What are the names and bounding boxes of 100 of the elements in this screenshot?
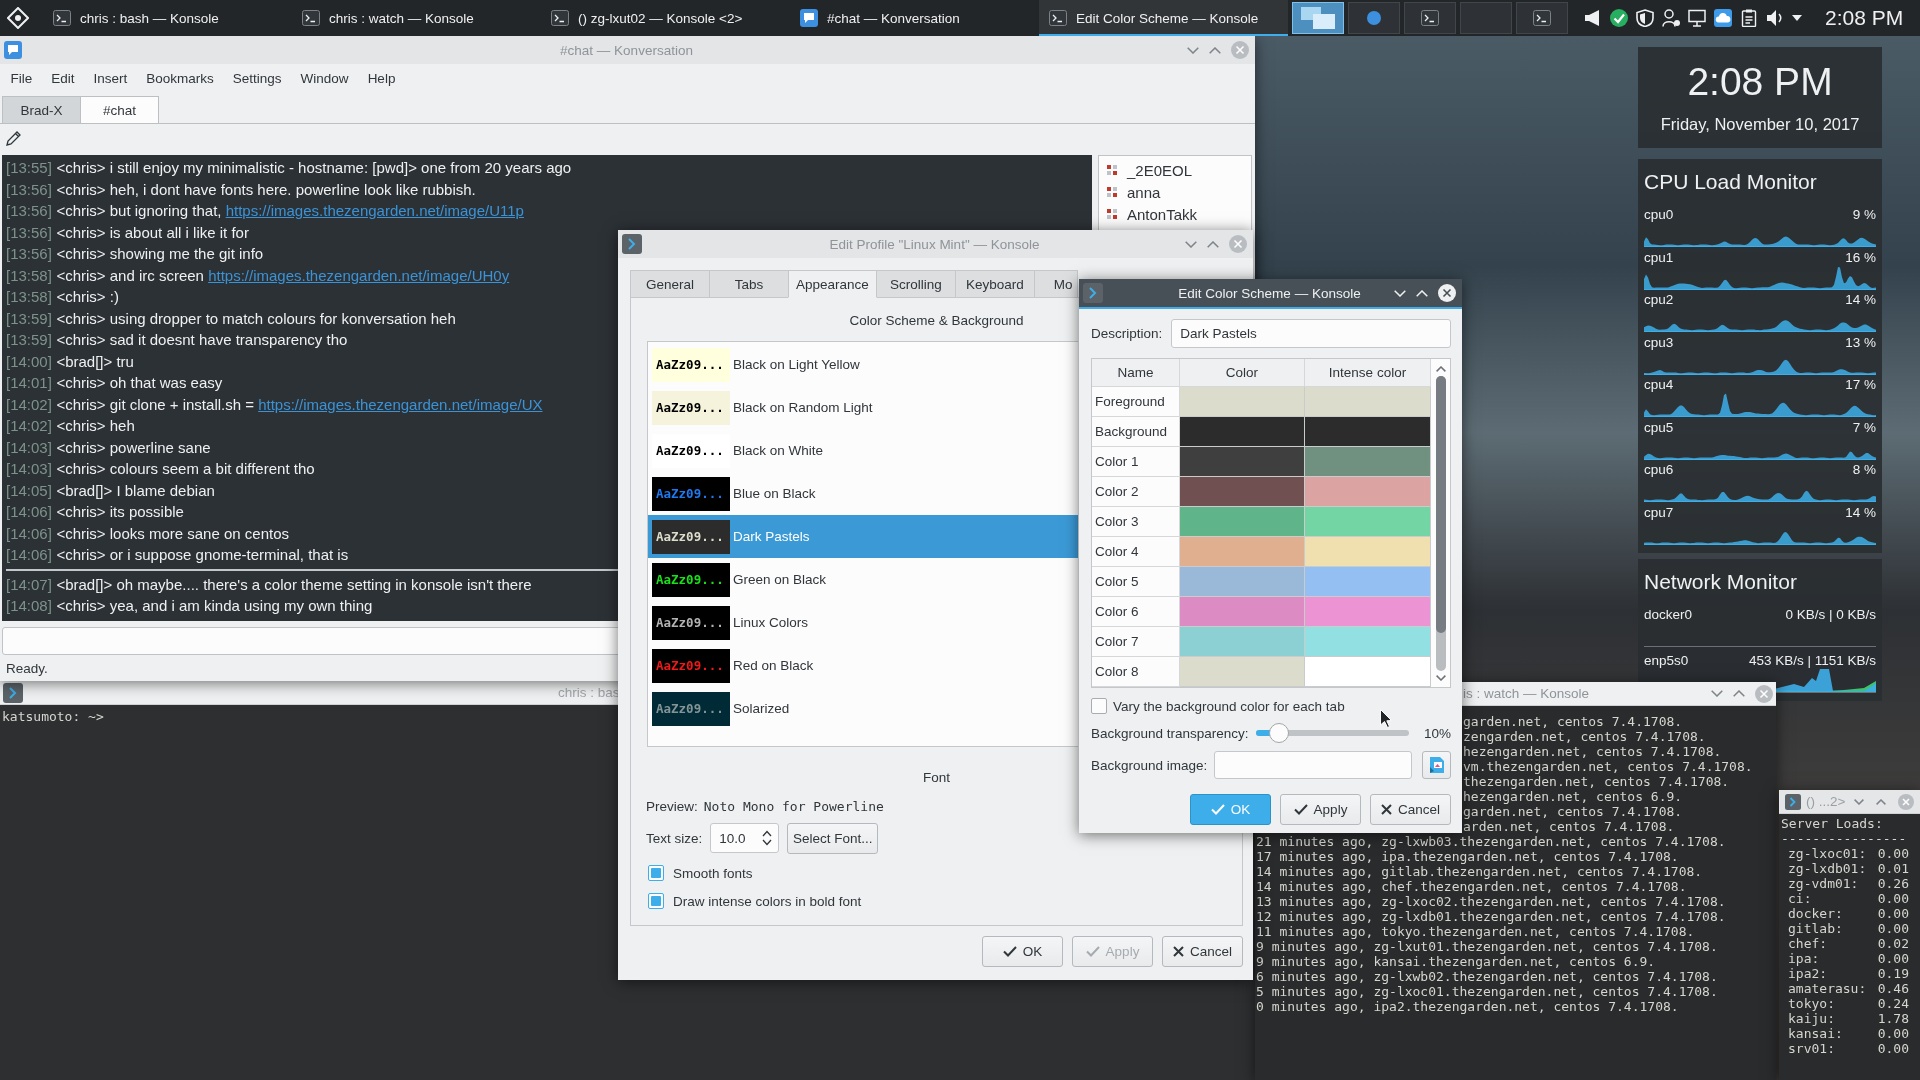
terminal-line: 14 minutes ago, gitlab.thezengarden.net, centos 7.4.1708. [1256,864,1703,879]
table-cell: Color 6 [1092,597,1180,627]
timestamp: [13:59] [6,331,52,348]
transparency-label: Background transparency: [1091,725,1249,741]
preview-text: AaZz09... [656,529,724,544]
chat-message: <chris> showing me the git info [56,245,264,262]
window-title: is : watch — Konsole [1463,686,1590,701]
cpu-label: cpu2 [1644,292,1674,308]
chat-message: <chris> i still enjoy my minimalistic - hostname: [pwd]> one from 20 years ago [56,159,572,176]
window-title: Edit Color Scheme — Konsole [1178,285,1361,301]
server-load: 0.00 [1877,846,1909,861]
timestamp: [14:07] [6,575,52,593]
chat-message: <chris> but ignoring that, https://images.thezengarden.net/image/U11p [56,202,524,219]
server-name: chef: [1788,936,1828,951]
preview-text: AaZz09... [656,658,724,673]
server-load: 0.19 [1877,966,1909,981]
table-cell: Color 4 [1092,537,1180,567]
server-load: 0.00 [1877,921,1909,936]
timestamp: [14:01] [6,374,52,391]
section-heading: Font [923,769,950,787]
server-name: tokyo: [1788,996,1835,1011]
table-cell: Color 2 [1092,477,1180,507]
chat-message: <chris> heh [56,417,135,434]
cpu-load-value: 14 % [1845,292,1876,308]
chat-message: <chris> heh, i dont have fonts here. powerline look like rubbish. [56,180,476,198]
chat-message: <chris> powerline sane [56,438,211,456]
timestamp: [14:02] [6,417,52,434]
server-load: 0.00 [1877,906,1909,921]
chat-message: <chris> colours seem a bit different tho [56,460,315,477]
chat-message: <chris> yea, and i am kinda using my own thing [56,597,373,614]
background-image-label: Background image: [1091,757,1208,773]
timestamp: [14:08] [6,597,52,614]
server-load: 0.24 [1877,996,1909,1011]
timestamp: [13:55] [6,159,52,176]
server-name: srv01: [1788,1041,1835,1056]
timestamp: [14:03] [6,460,52,477]
checkbox-label: Vary the background color for each tab [1113,698,1345,714]
server-name: kaiju: [1788,1011,1835,1026]
widget-title: CPU Load Monitor [1644,169,1817,195]
terminal-line: zengarden.net, centos 7.4.1708. [1463,729,1706,744]
preview-text: AaZz09... [656,443,724,458]
timestamp: [13:58] [6,288,52,305]
server-load: 1.78 [1877,1011,1909,1026]
chat-message: <chris> is about all i like it for [56,223,249,241]
table-cell: Color 7 [1092,627,1180,657]
terminal-heading: Server Loads: [1781,816,1883,831]
clock-date: Friday, November 10, 2017 [1660,114,1860,135]
clock-time: 2:08 PM [1687,59,1833,105]
cpu-load-value: 9 % [1852,207,1876,223]
transparency-value: 10% [1423,725,1451,741]
terminal-line: hezengarden.net, centos 7.4.1708. [1463,744,1722,759]
description-label: Description: [1091,326,1163,341]
chat-message: <chris> sad it doesnt have transparency tho [56,331,348,348]
status-text: Ready. [6,659,48,677]
timestamp: [14:00] [6,352,52,370]
server-name: ipa2: [1788,966,1828,981]
timestamp: [13:58] [6,266,52,284]
terminal-line: 17 minutes ago, ipa.thezengarden.net, centos 7.4.1708. [1256,849,1679,864]
table-cell: Color 5 [1092,567,1180,597]
timestamp: [14:06] [6,503,52,520]
network-rate: 453 KB/s | 1151 KB/s [1748,653,1876,669]
server-name: amaterasu: [1788,981,1867,996]
window-title: () ...2> [1806,794,1846,809]
table-cell: Color 8 [1092,657,1180,687]
cpu-label: cpu4 [1644,377,1674,393]
server-load: 0.01 [1877,861,1909,876]
cpu-label: cpu0 [1644,207,1674,223]
server-name: kansai: [1788,1026,1843,1041]
server-name: zg-lxoc01: [1788,846,1867,861]
section-heading: Color Scheme & Background [849,312,1024,330]
timestamp: [14:05] [6,481,52,499]
timestamp: [13:56] [6,202,52,219]
terminal-line: arden.net, centos 7.4.1708. [1463,819,1675,834]
preview-text: AaZz09... [656,400,724,415]
server-load: 0.00 [1877,891,1909,906]
timestamp: [13:56] [6,245,52,262]
preview-label: Preview: [646,798,698,816]
terminal-line: vm.thezengarden.net, centos 7.4.1708. [1463,759,1753,774]
server-name: zg-vdm01: [1788,876,1859,891]
terminal-line: 6 minutes ago, zg-lxwb02.thezengarden.net, centos 7.4.1708. [1256,969,1718,984]
server-load: 0.00 [1877,1026,1909,1041]
font-preview: Noto Mono for Powerline [703,798,884,816]
terminal-line: thezengarden.net, centos 7.4.1708. [1463,774,1730,789]
terminal-line: 9 minutes ago, kansai.thezengarden.net, centos 6.9. [1256,954,1656,969]
chat-message: <chris> using dropper to match colours for konversation heh [56,309,456,327]
terminal-line: 11 minutes ago, tokyo.thezengarden.net, centos 7.4.1708. [1256,924,1695,939]
preview-text: AaZz09... [656,701,724,716]
cpu-label: cpu7 [1644,504,1674,521]
cpu-label: cpu5 [1644,419,1674,436]
window-title: Edit Profile "Linux Mint" — Konsole [829,236,1040,252]
cpu-label: cpu3 [1644,334,1674,351]
table-cell: Foreground [1092,387,1180,417]
window-title: #chat — Konversation [560,42,693,58]
interface-name: docker0 [1644,607,1693,623]
server-load: 0.46 [1877,981,1909,996]
server-load: 0.00 [1877,951,1909,966]
cpu-load-value: 8 % [1852,462,1876,478]
server-load: 0.26 [1877,876,1909,891]
table-cell: Color 3 [1092,507,1180,537]
server-name: ci: [1788,891,1812,906]
